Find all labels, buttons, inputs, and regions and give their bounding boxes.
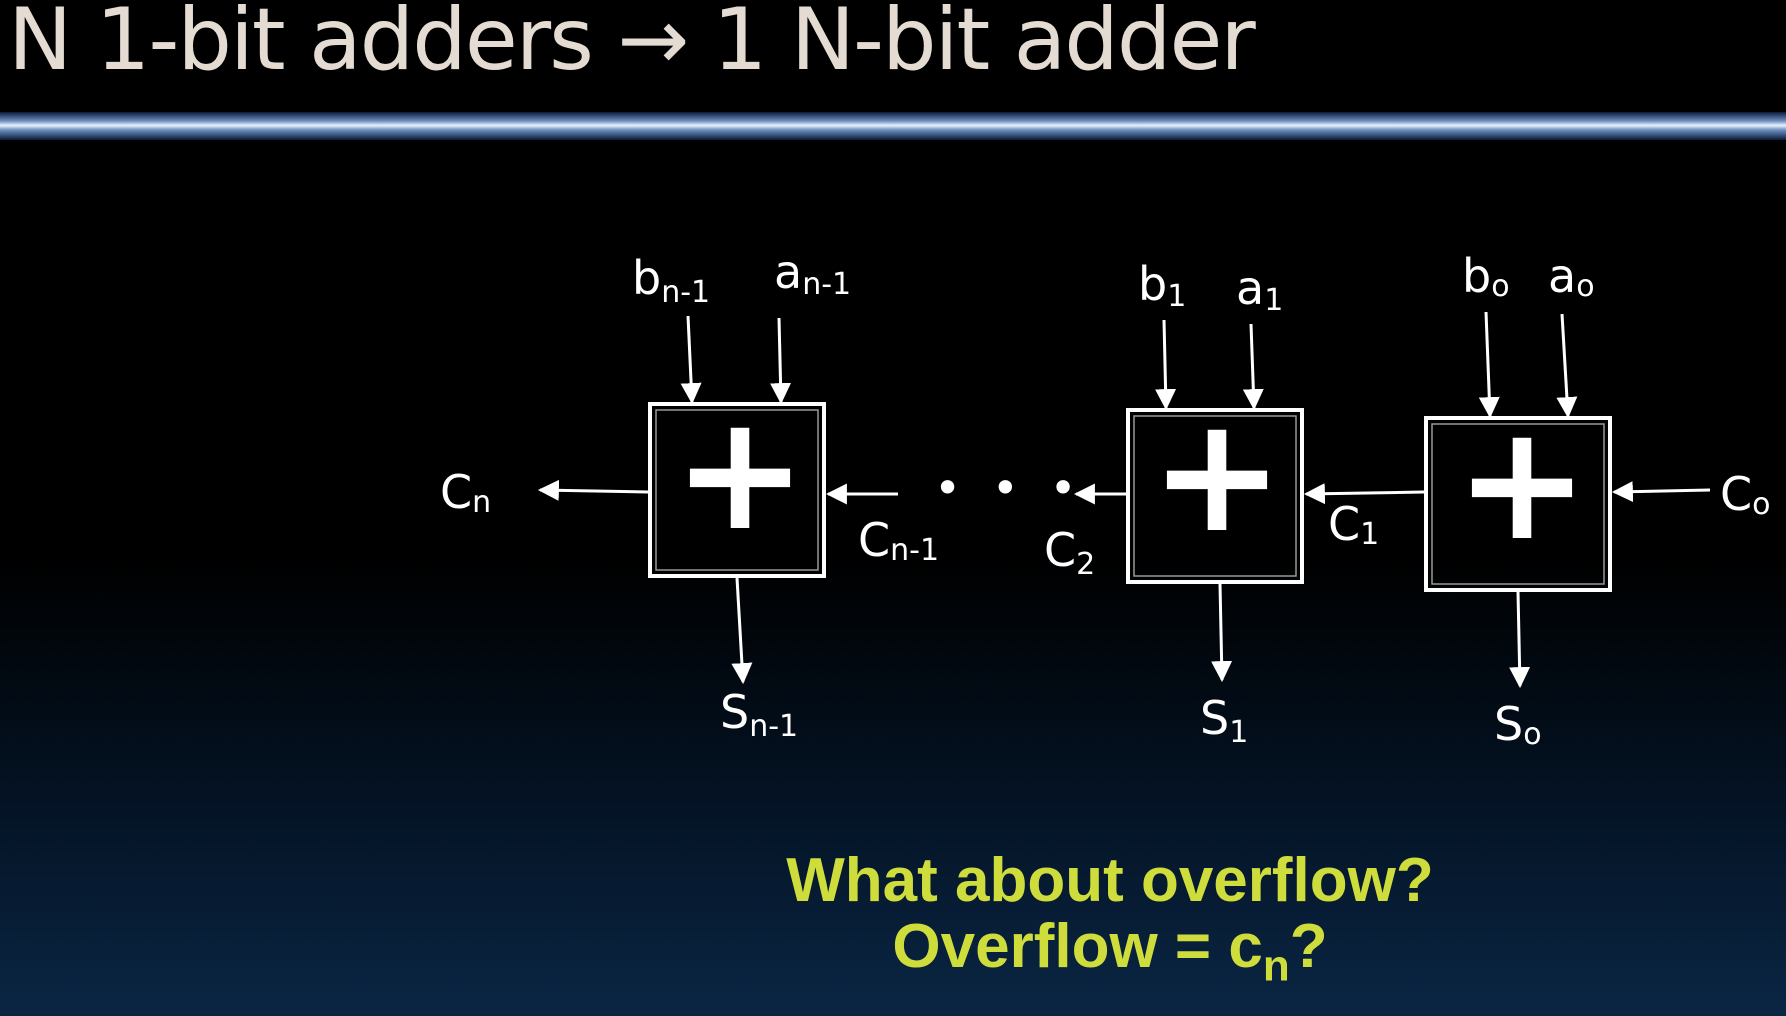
adder-0: + bo ao So xyxy=(1424,249,1612,752)
sum-arrow xyxy=(1211,583,1233,683)
carry-in-arrow xyxy=(1611,481,1711,503)
overflow-question: What about overflow? Overflow = cn? xyxy=(0,846,1786,988)
adder-n-1: + bn-1 an-1 Sn-1 xyxy=(632,245,851,744)
label-c-1: C1 xyxy=(1328,497,1379,552)
label-a-1: a1 xyxy=(1236,261,1283,318)
label-a-n-1: an-1 xyxy=(774,245,851,302)
label-b-n-1: bn-1 xyxy=(632,251,710,310)
input-b-arrow xyxy=(1155,319,1177,411)
sum-arrow xyxy=(731,577,753,685)
label-c-n: Cn xyxy=(440,465,491,520)
question-line-2-subscript: n xyxy=(1262,941,1290,991)
label-s-1: S1 xyxy=(1200,691,1248,750)
carry-1-arrow xyxy=(1303,483,1425,505)
label-s-0: So xyxy=(1494,697,1542,752)
question-line-2-prefix: Overflow = c xyxy=(892,912,1263,981)
label-c-n-1: Cn-1 xyxy=(858,513,939,568)
label-b-1: b1 xyxy=(1138,257,1186,314)
plus-symbol: + xyxy=(1150,381,1284,568)
label-b-0: bo xyxy=(1462,249,1510,304)
sum-arrow xyxy=(1509,591,1531,689)
input-a-arrow xyxy=(770,317,792,405)
plus-symbol: + xyxy=(673,379,807,566)
question-line-2: Overflow = cn? xyxy=(0,912,1786,988)
label-a-0: ao xyxy=(1548,249,1595,304)
question-line-1: What about overflow? xyxy=(786,846,1434,915)
carry-out-arrow xyxy=(537,479,649,501)
label-c-0: Co xyxy=(1720,467,1770,522)
question-line-2-suffix: ? xyxy=(1289,912,1328,981)
ellipsis: • • • xyxy=(934,461,1085,515)
label-c-2: C2 xyxy=(1044,523,1095,582)
adder-1: + b1 a1 S1 xyxy=(1126,257,1304,750)
label-s-n-1: Sn-1 xyxy=(720,685,798,744)
plus-symbol: + xyxy=(1455,389,1589,576)
